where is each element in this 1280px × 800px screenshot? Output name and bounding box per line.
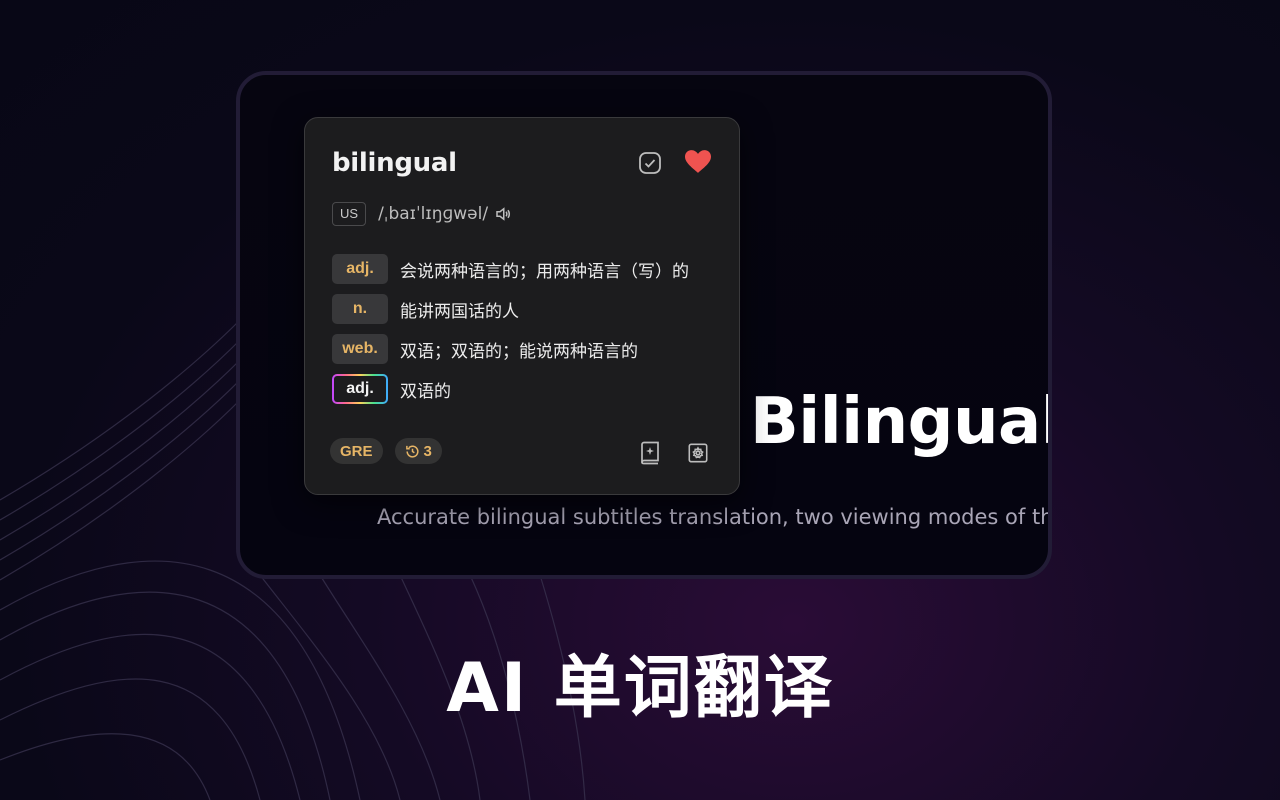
pos-tag: adj. [332,254,388,284]
definition-text: 双语的 [400,381,451,402]
video-title: Bilingual [750,385,1052,459]
ai-book-icon[interactable] [638,440,662,466]
speaker-icon[interactable] [494,205,512,223]
lookup-history-badge[interactable]: 3 [394,438,442,464]
region-badge: US [332,202,367,226]
phonetic-text: /ˌbaɪˈlɪŋɡwəl/ [378,204,489,224]
video-subtitle-line: Accurate bilingual subtitles translation… [377,505,1052,529]
video-preview-frame: Bilingual Accurate bilingual subtitles t… [236,71,1052,579]
definition-row: web. 双语；双语的；能说两种语言的 [332,333,689,365]
history-count: 3 [423,442,432,460]
settings-icon[interactable] [686,441,710,465]
definition-list: adj. 会说两种语言的；用两种语言（写）的 n. 能讲两国话的人 web. 双… [332,253,689,413]
heart-icon[interactable] [683,148,713,176]
ai-pos-tag: adj. [332,374,388,404]
popup-word: bilingual [332,148,457,178]
definition-row-ai: adj. 双语的 [332,373,689,405]
definition-text: 会说两种语言的；用两种语言（写）的 [400,261,689,282]
history-icon [405,444,419,458]
pos-tag: web. [332,334,388,364]
pronunciation-row: US /ˌbaɪˈlɪŋɡwəl/ [332,202,512,226]
definition-row: adj. 会说两种语言的；用两种语言（写）的 [332,253,689,285]
word-translation-popup: bilingual US /ˌbaɪˈlɪŋɡwəl/ adj. 会说两种语言的… [304,117,740,495]
definition-row: n. 能讲两国话的人 [332,293,689,325]
definition-text: 双语；双语的；能说两种语言的 [400,341,638,362]
popup-footer-tags: GRE 3 [330,438,442,464]
check-square-icon[interactable] [637,150,663,176]
exam-tag: GRE [330,438,383,464]
promo-headline: AI 单词翻译 [446,649,834,728]
pos-tag: n. [332,294,388,324]
definition-text: 能讲两国话的人 [400,301,519,322]
